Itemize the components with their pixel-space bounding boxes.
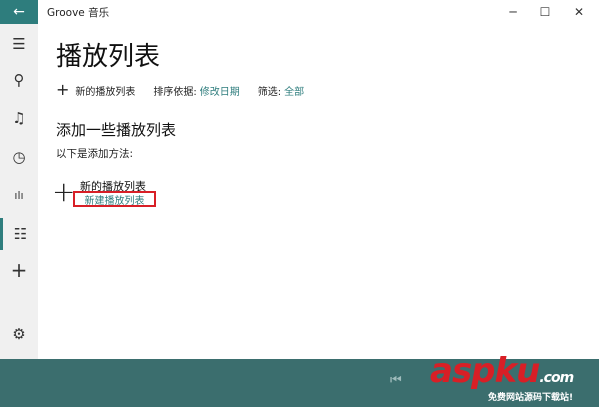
clock-icon: ◷ xyxy=(12,148,26,166)
watermark-brand: aspku xyxy=(430,351,540,391)
close-button[interactable]: ✕ xyxy=(563,0,595,24)
new-playlist-plus-icon[interactable]: + xyxy=(56,82,69,98)
settings-button[interactable]: ⚙ xyxy=(0,318,38,350)
search-icon: ⚲ xyxy=(13,71,25,89)
title-bar: ← Groove 音乐 ─ ☐ ✕ xyxy=(0,0,599,24)
filter-label: 筛选: xyxy=(257,86,282,98)
sort-label: 排序依据: xyxy=(153,86,197,98)
menu-button[interactable]: ☰ xyxy=(0,28,38,60)
gear-icon: ⚙ xyxy=(12,325,26,343)
watermark-logo: aspku.com xyxy=(430,351,574,391)
hamburger-icon: ☰ xyxy=(12,35,26,53)
back-arrow-icon: ← xyxy=(13,4,25,20)
add-playlist-plus-icon[interactable]: + xyxy=(52,178,75,206)
create-playlist-link[interactable]: 新建播放列表 xyxy=(73,191,156,207)
equalizer-icon: ılı xyxy=(14,188,24,202)
previous-icon: ⏮ xyxy=(390,373,402,388)
page-title: 播放列表 xyxy=(56,42,161,72)
new-playlist-nav-button[interactable]: + xyxy=(0,254,38,286)
minimize-icon: ─ xyxy=(509,5,517,19)
filter-dropdown[interactable]: 全部 xyxy=(284,83,304,98)
watermark-suffix: .com xyxy=(539,370,574,386)
back-button[interactable]: ← xyxy=(0,0,38,24)
music-note-icon: ♫ xyxy=(12,109,26,127)
section-subtitle: 以下是添加方法: xyxy=(56,148,134,160)
maximize-icon: ☐ xyxy=(539,5,551,19)
minimize-button[interactable]: ─ xyxy=(497,0,529,24)
nav-rail: ☰ ⚲ ♫ ◷ ılı ☷ + ⚙ xyxy=(0,24,38,359)
create-playlist-link-label: 新建播放列表 xyxy=(84,195,145,207)
search-button[interactable]: ⚲ xyxy=(0,64,38,96)
my-music-button[interactable]: ♫ xyxy=(0,102,38,134)
close-icon: ✕ xyxy=(573,5,585,19)
app-title: Groove 音乐 xyxy=(47,7,110,19)
recent-plays-button[interactable]: ◷ xyxy=(0,141,38,173)
playlist-icon: ☷ xyxy=(13,225,28,243)
previous-track-button[interactable]: ⏮ xyxy=(390,373,402,388)
watermark-subtitle: 免费网站源码下载站! xyxy=(488,393,574,403)
sort-dropdown[interactable]: 修改日期 xyxy=(200,83,240,98)
new-playlist-toolbar-button[interactable]: 新的播放列表 xyxy=(75,83,135,98)
now-playing-button[interactable]: ılı xyxy=(0,179,38,211)
toolbar: + 新的播放列表 排序依据: 修改日期 筛选: 全部 xyxy=(56,82,304,98)
section-heading: 添加一些播放列表 xyxy=(56,121,177,139)
playlists-button[interactable]: ☷ xyxy=(0,218,38,250)
maximize-button[interactable]: ☐ xyxy=(529,0,561,24)
plus-icon: + xyxy=(10,258,28,282)
